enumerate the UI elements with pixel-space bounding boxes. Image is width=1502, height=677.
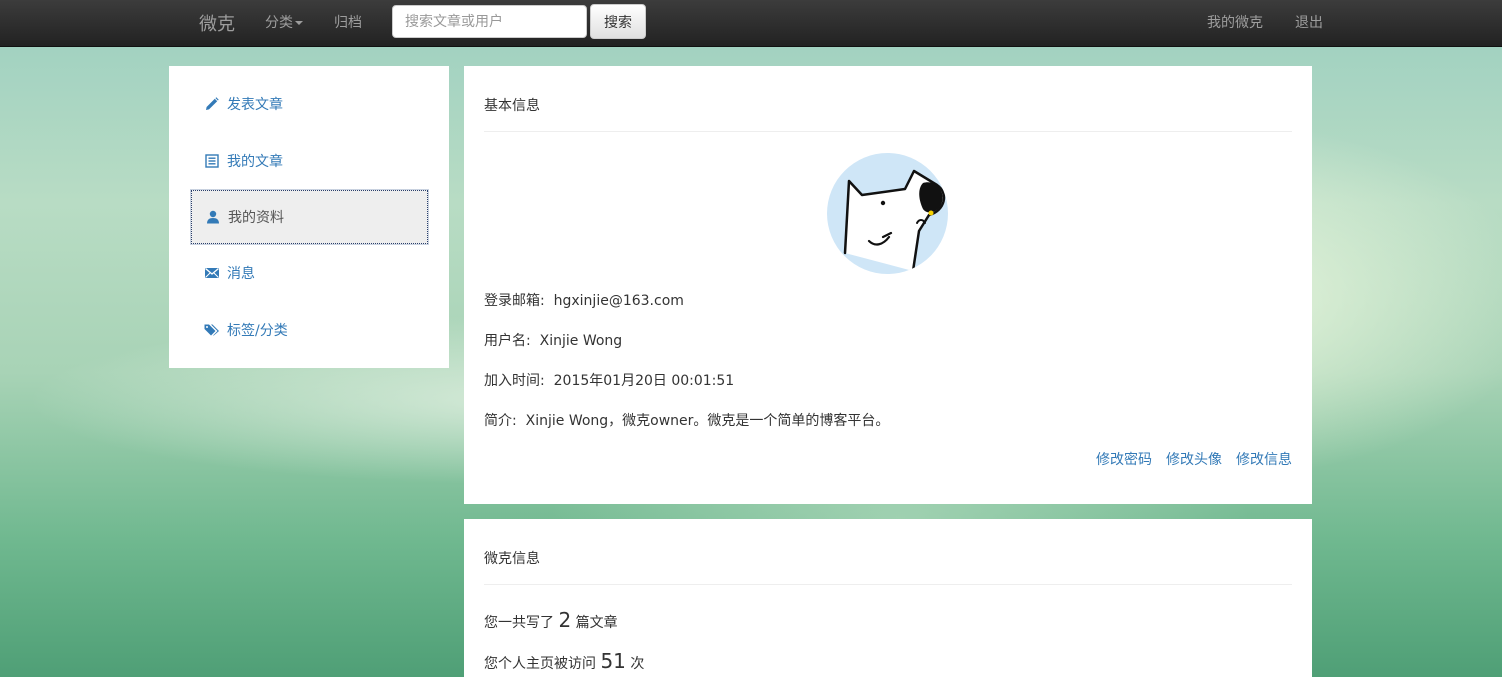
brand-logo[interactable]: 微克 [199,10,235,36]
nav-category-label: 分类 [265,15,293,31]
stats-panel: 微克信息 您一共写了 2 篇文章 您个人主页被访问 51 次 [464,519,1312,677]
nav-logout[interactable]: 退出 [1295,12,1323,32]
articles-prefix: 您一共写了 [484,615,554,631]
search-input[interactable] [392,5,587,38]
change-password-link[interactable]: 修改密码 [1096,449,1152,469]
articles-count-row: 您一共写了 2 篇文章 [484,608,618,632]
tags-icon [204,322,220,338]
sidebar-item-label: 我的资料 [228,210,284,226]
visits-count: 51 [600,649,626,673]
change-info-link[interactable]: 修改信息 [1236,449,1292,469]
dog-avatar-icon [843,169,946,273]
divider [484,131,1292,132]
nav-category-dropdown[interactable]: 分类 [265,12,303,32]
user-icon [205,209,221,225]
change-avatar-link[interactable]: 修改头像 [1166,449,1222,469]
joined-row: 加入时间: 2015年01月20日 00:01:51 [484,370,734,390]
bio-row: 简介: Xinjie Wong，微克owner。微克是一个简单的博客平台。 [484,410,889,430]
email-value: hgxinjie@163.com [553,293,684,309]
profile-panel-title: 基本信息 [484,98,540,114]
avatar [827,153,948,274]
articles-count: 2 [558,608,572,632]
articles-suffix: 篇文章 [575,615,618,631]
sidebar-item-label: 标签/分类 [227,323,288,339]
username-label: 用户名: [484,333,531,349]
nav-my-weike[interactable]: 我的微克 [1207,12,1263,32]
username-row: 用户名: Xinjie Wong [484,330,622,350]
divider [484,584,1292,585]
profile-panel: 基本信息 登录邮箱: hgxinjie@163.com 用户名: Xinjie … [464,66,1312,504]
caret-down-icon [295,21,303,25]
sidebar-item-label: 我的文章 [227,154,283,170]
username-value: Xinjie Wong [539,333,623,349]
visits-prefix: 您个人主页被访问 [484,656,596,672]
stats-panel-title: 微克信息 [484,551,540,567]
sidebar-item-label: 发表文章 [227,97,283,113]
sidebar-item-messages[interactable]: 消息 [191,246,428,300]
joined-label: 加入时间: [484,373,545,389]
sidebar: 发表文章 我的文章 我的资料 消息 标签/分类 [169,66,449,368]
top-navbar: 微克 分类 归档 搜索 我的微克 退出 [0,0,1502,47]
pencil-icon [204,96,220,112]
profile-actions: 修改密码 修改头像 修改信息 [1096,449,1292,469]
visits-count-row: 您个人主页被访问 51 次 [484,649,644,673]
email-label: 登录邮箱: [484,293,545,309]
email-row: 登录邮箱: hgxinjie@163.com [484,290,684,310]
visits-suffix: 次 [630,656,645,672]
sidebar-item-my-articles[interactable]: 我的文章 [191,134,428,188]
bio-value: Xinjie Wong，微克owner。微克是一个简单的博客平台。 [525,413,890,429]
sidebar-item-my-profile[interactable]: 我的资料 [190,189,429,245]
joined-value: 2015年01月20日 00:01:51 [553,373,735,389]
sidebar-item-label: 消息 [227,266,255,282]
envelope-icon [204,265,220,281]
search-button[interactable]: 搜索 [590,4,646,39]
sidebar-item-post-article[interactable]: 发表文章 [191,77,428,131]
bio-label: 简介: [484,413,517,429]
sidebar-item-tags[interactable]: 标签/分类 [191,303,428,357]
nav-archive[interactable]: 归档 [334,12,362,32]
list-icon [204,153,220,169]
